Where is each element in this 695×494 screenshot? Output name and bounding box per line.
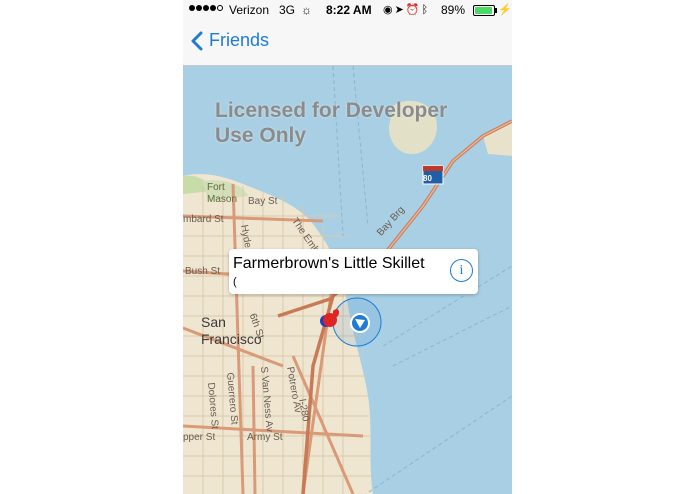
activity-spinner-icon: ☼: [301, 3, 312, 17]
callout-title: Farmerbrown's Little Skillet: [233, 255, 425, 272]
carrier-name: Verizon: [229, 3, 270, 17]
annotation-callout[interactable]: Farmerbrown's Little Skillet ( i: [229, 249, 478, 294]
navigation-bar: Friends: [183, 20, 512, 66]
street-upper-st: pper St: [183, 432, 216, 443]
signal-dots-icon: [189, 5, 223, 11]
map-watermark: Licensed for Developer Use Only: [215, 99, 448, 147]
rotation-lock-icon: ◉: [383, 4, 395, 16]
callout-subtitle: (: [233, 276, 237, 288]
street-bush-st: Bush St: [185, 266, 221, 277]
street-lombard-st: mbard St: [183, 214, 224, 225]
street-army-st: Army St: [247, 432, 283, 443]
map-view[interactable]: Licensed for Developer Use Only 80 Fort …: [183, 66, 512, 494]
location-arrow-icon: ➤: [394, 4, 406, 16]
battery-icon: [473, 5, 497, 16]
chevron-left-icon: [191, 31, 203, 51]
poi-fort-mason: Fort Mason: [207, 182, 238, 205]
battery-percent: 89%: [441, 3, 466, 17]
district-label: San Francisco: [201, 314, 262, 347]
back-button-label: Friends: [209, 30, 270, 50]
status-bar: Verizon 3G ☼ 8:22 AM ◉➤⏰ᛒ 89% ⚡: [183, 0, 512, 20]
street-bay-st: Bay St: [248, 196, 278, 207]
highway-shield-label: 80: [423, 174, 432, 183]
back-button[interactable]: Friends: [191, 30, 269, 51]
info-icon[interactable]: i: [450, 259, 473, 282]
phone-screen: Verizon 3G ☼ 8:22 AM ◉➤⏰ᛒ 89% ⚡ Friends: [183, 0, 512, 494]
status-time: 8:22 AM: [326, 3, 372, 17]
bluetooth-icon: ᛒ: [421, 4, 431, 16]
network-type: 3G: [279, 3, 296, 17]
alarm-icon: ⏰: [405, 4, 422, 16]
charging-bolt-icon: ⚡: [498, 4, 512, 16]
